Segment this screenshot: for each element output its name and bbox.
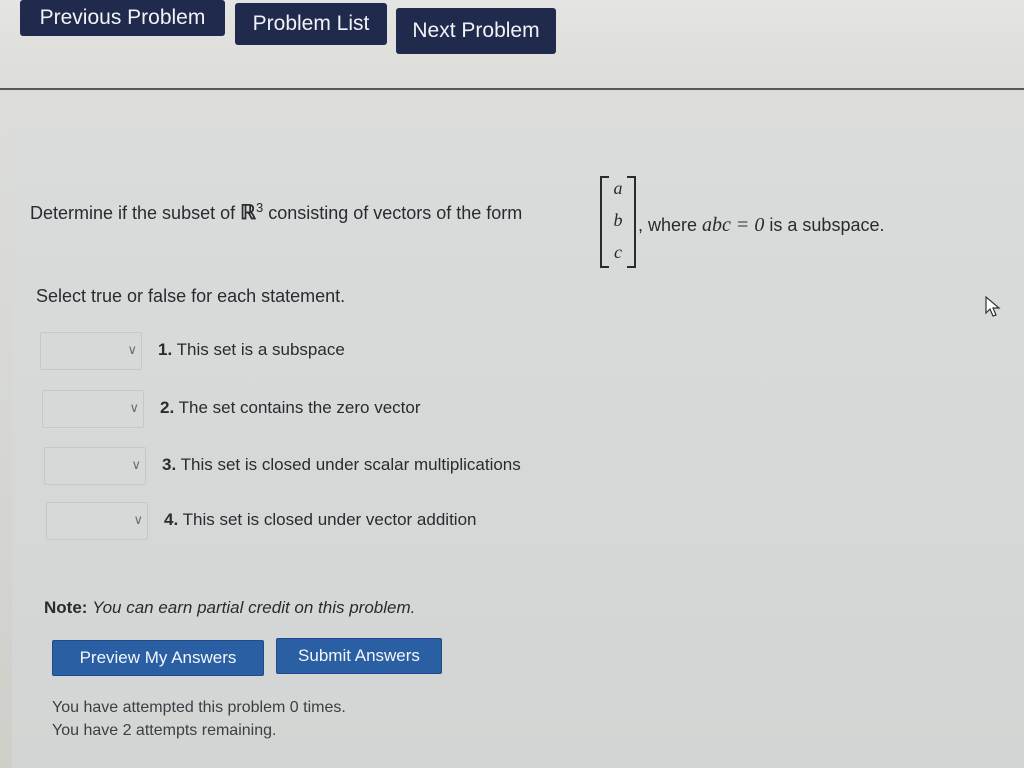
- statement-number: 4.: [164, 510, 179, 529]
- chevron-down-icon: ∨: [131, 457, 141, 472]
- answer-select-3[interactable]: ∨: [44, 447, 146, 485]
- prompt-end-post: is a subspace.: [764, 215, 885, 235]
- note-text: You can earn partial credit on this prob…: [92, 598, 416, 617]
- note-label: Note:: [44, 598, 88, 617]
- statement-text-2: 2. The set contains the zero vector: [160, 398, 421, 418]
- preview-answers-button[interactable]: Preview My Answers: [52, 640, 264, 676]
- attempted-count-text: You have attempted this problem 0 times.: [52, 699, 346, 716]
- vector-entry-c: c: [614, 242, 622, 262]
- problem-nav-bar: Previous Problem Problem List Next Probl…: [0, 0, 1024, 90]
- statement-label: This set is a subspace: [176, 340, 345, 359]
- cursor-icon: [985, 296, 1001, 317]
- statement-text-4: 4. This set is closed under vector addit…: [164, 510, 476, 530]
- partial-credit-note: Note: You can earn partial credit on thi…: [44, 598, 415, 618]
- prompt-condition: , where abc = 0 is a subspace.: [638, 214, 884, 237]
- statement-label: This set is closed under scalar multipli…: [180, 455, 521, 474]
- space-symbol: ℝ: [240, 202, 256, 224]
- problem-list-button[interactable]: Problem List: [235, 3, 387, 45]
- submit-answers-button[interactable]: Submit Answers: [276, 638, 442, 674]
- statement-number: 3.: [162, 455, 177, 474]
- answer-select-4[interactable]: ∨: [46, 502, 148, 540]
- statement-label: The set contains the zero vector: [178, 398, 421, 417]
- statement-label: This set is closed under vector addition: [182, 510, 477, 529]
- prompt-start: Determine if the subset of: [30, 203, 241, 223]
- attempts-remaining-text: You have 2 attempts remaining.: [52, 722, 277, 739]
- vector-entry-b: b: [613, 210, 623, 230]
- chevron-down-icon: ∨: [129, 400, 139, 415]
- answer-select-1[interactable]: ∨: [40, 332, 142, 370]
- problem-prompt: Determine if the subset of ℝ3 consisting…: [30, 200, 522, 225]
- condition-math: abc = 0: [702, 214, 765, 236]
- statement-text-3: 3. This set is closed under scalar multi…: [162, 455, 521, 475]
- prompt-mid: consisting of vectors of the form: [263, 203, 523, 223]
- vector-matrix: a b c: [600, 176, 636, 268]
- chevron-down-icon: ∨: [127, 342, 137, 357]
- statement-number: 1.: [158, 340, 173, 359]
- attempts-status: You have attempted this problem 0 times.…: [52, 696, 346, 742]
- statement-number: 2.: [160, 398, 175, 417]
- instruction-text: Select true or false for each statement.: [36, 286, 346, 306]
- next-problem-button[interactable]: Next Problem: [396, 8, 556, 54]
- answer-select-2[interactable]: ∨: [42, 390, 144, 428]
- statement-text-1: 1. This set is a subspace: [158, 340, 345, 360]
- vector-entry-a: a: [613, 178, 623, 198]
- previous-problem-button[interactable]: Previous Problem: [20, 0, 225, 36]
- prompt-end-pre: , where: [638, 215, 703, 235]
- chevron-down-icon: ∨: [133, 512, 143, 527]
